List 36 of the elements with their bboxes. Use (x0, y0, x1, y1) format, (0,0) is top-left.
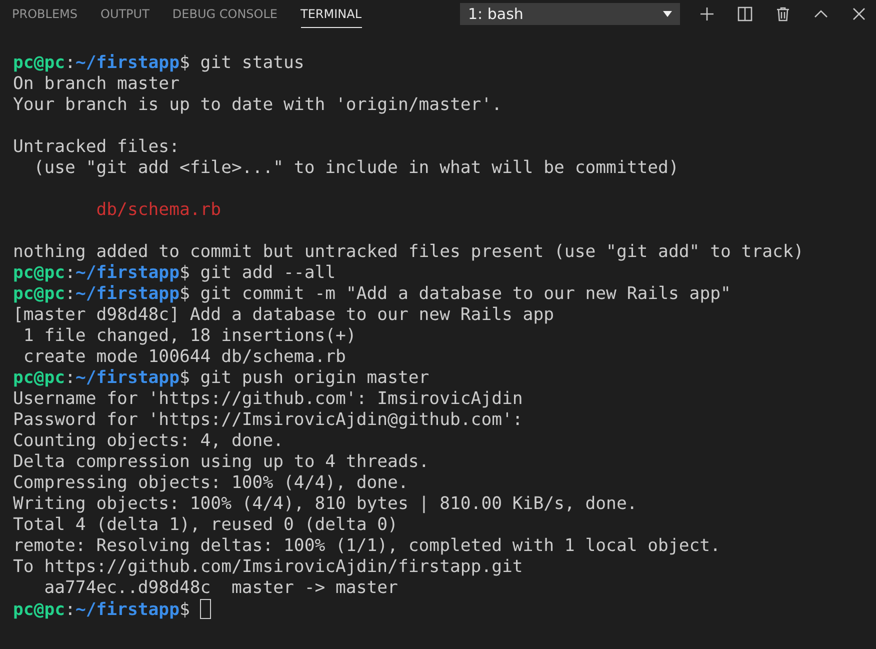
command-text: git add --all (199, 263, 336, 283)
command-text: git status (199, 53, 304, 73)
panel-tab[interactable]: TERMINAL (300, 0, 362, 28)
output-line: Total 4 (delta 1), reused 0 (delta 0) (13, 515, 398, 535)
untracked-file: db/schema.rb (95, 200, 222, 220)
output-line: (use "git add <file>..." to include in what will be committed) (32, 158, 679, 178)
output-line: Your branch is up to date with 'origin/master'. (13, 95, 502, 115)
select-value: 1: bash (468, 5, 524, 23)
output-line: remote: Resolving deltas: 100% (1/1), completed with 1 local object. (13, 536, 720, 556)
output-line: [master d98d48c] Add a database to our new Rails app (13, 305, 554, 325)
panel-tab[interactable]: PROBLEMS (12, 0, 78, 28)
prompt: pc@pc:~/firstapp$ (13, 600, 190, 620)
command-text: git commit -m "Add a database to our new Rails app" (199, 284, 731, 304)
output-line: Writing objects: 100% (4/4), 810 bytes | 810.00 KiB/s, done. (13, 494, 638, 514)
output-line: 1 file changed, 18 insertions(+) (22, 326, 356, 346)
output-line: Username for 'https://github.com': ImsirovicAjdin (13, 389, 523, 409)
output-line: create mode 100644 db/schema.rb (22, 347, 346, 367)
output-line: Password for 'https://ImsirovicAjdin@github.com': (13, 410, 523, 430)
terminal-select[interactable]: 1: bash (460, 3, 680, 25)
prompt: pc@pc:~/firstapp$ (13, 263, 190, 283)
caret-icon (663, 11, 672, 17)
split-icon (737, 6, 753, 22)
prompt: pc@pc:~/firstapp$ (13, 284, 190, 304)
output-line: aa774ec..d98d48c master -> master (43, 578, 398, 598)
output-line: To https://github.com/ImsirovicAjdin/firstapp.git (13, 557, 523, 577)
output-line: nothing added to commit but untracked files present (use "git add" to track) (13, 242, 804, 262)
output-line: Compressing objects: 100% (4/4), done. (13, 473, 408, 493)
prompt: pc@pc:~/firstapp$ (13, 53, 190, 73)
output-line: Delta compression using up to 4 threads. (13, 452, 430, 472)
output-line: Untracked files: (13, 137, 180, 157)
output-line: On branch master (13, 74, 180, 94)
prompt: pc@pc:~/firstapp$ (13, 368, 190, 388)
panel-tab[interactable]: OUTPUT (100, 0, 150, 28)
output-line: Counting objects: 4, done. (13, 431, 284, 451)
panel-tab[interactable]: DEBUG CONSOLE (172, 0, 278, 28)
command-text: git push origin master (199, 368, 430, 388)
